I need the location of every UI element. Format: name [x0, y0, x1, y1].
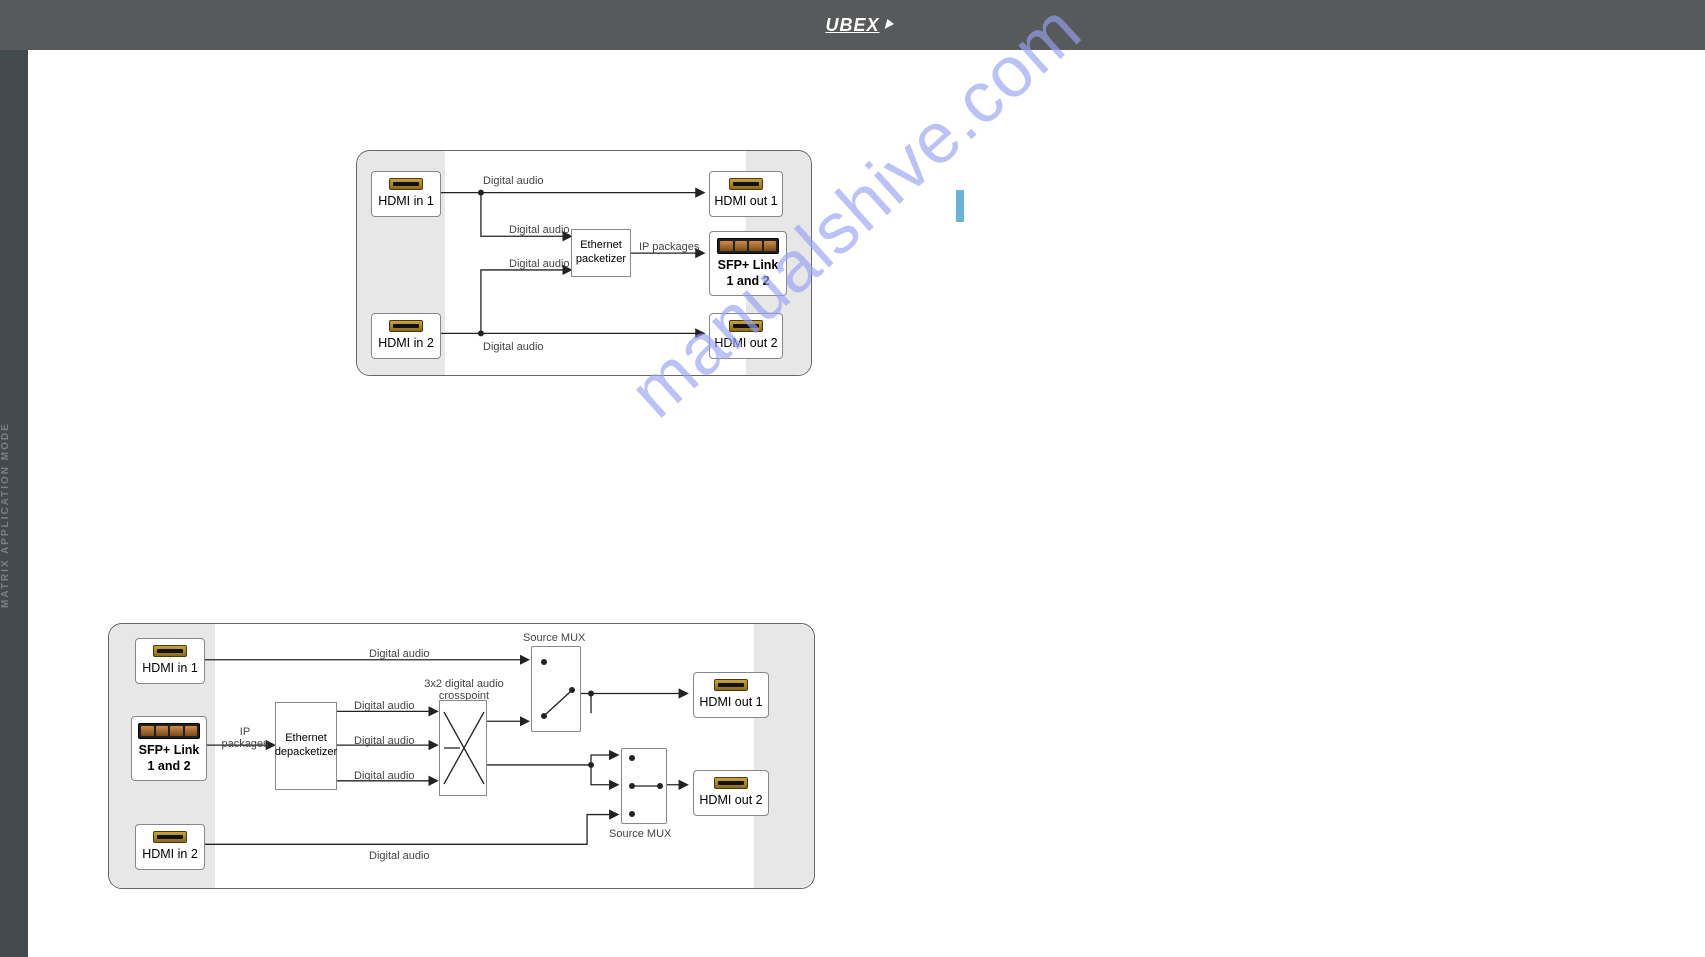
port-label: HDMI in 2	[142, 847, 198, 863]
rx-diagram: Digital audio Digital audio Digital audi…	[108, 623, 815, 889]
rx-hdmi-out-2: HDMI out 2	[693, 770, 769, 816]
rx-hdmi-in-1: HDMI in 1	[135, 638, 205, 684]
lbl-3x2-crosspoint: 3x2 digital audio crosspoint	[409, 678, 519, 702]
mux-icon	[532, 646, 580, 732]
side-tab-label: MATRIX APPLICATION MODE	[0, 280, 28, 760]
rx-hdmi-in-2: HDMI in 2	[135, 824, 205, 870]
sfp-port-icon	[138, 723, 200, 739]
hdmi-port-icon	[153, 831, 187, 843]
lbl-digital-audio: Digital audio	[354, 770, 415, 782]
hdmi-port-icon	[714, 777, 748, 789]
port-label: HDMI out 2	[699, 793, 762, 809]
ethernet-depacketizer: Ethernet depacketizer	[275, 702, 337, 790]
rx-output-column-bg	[754, 624, 814, 888]
lbl-digital-audio: Digital audio	[509, 224, 570, 236]
port-label: SFP+ Link	[139, 743, 200, 759]
lbl-digital-audio: Digital audio	[483, 341, 544, 353]
port-label: HDMI out 1	[714, 194, 777, 210]
hdmi-port-icon	[729, 320, 763, 332]
lbl-digital-audio: Digital audio	[509, 258, 570, 270]
tx-hdmi-in-2: HDMI in 2	[371, 313, 441, 359]
document-page: MATRIX APPLICATION MODE	[28, 50, 1705, 957]
tx-hdmi-out-1: HDMI out 1	[709, 171, 783, 217]
tx-sfp-out: SFP+ Link 1 and 2	[709, 231, 787, 296]
lbl-ip-packages: IP packages	[639, 241, 699, 253]
ethernet-packetizer: Ethernet packetizer	[571, 229, 631, 277]
brand-logo: UBEX	[825, 15, 879, 36]
lbl-digital-audio: Digital audio	[483, 175, 544, 187]
hdmi-port-icon	[153, 645, 187, 657]
port-label: HDMI in 1	[142, 661, 198, 677]
port-label: HDMI out 2	[714, 336, 777, 352]
lbl-digital-audio: Digital audio	[369, 850, 430, 862]
crosspoint-3x2	[439, 700, 487, 796]
port-label: HDMI in 1	[378, 194, 434, 210]
lbl-digital-audio: Digital audio	[369, 648, 430, 660]
hdmi-port-icon	[729, 178, 763, 190]
crosspoint-icon	[440, 700, 486, 796]
text-cursor-indicator	[956, 190, 964, 222]
hdmi-port-icon	[389, 320, 423, 332]
port-label: HDMI out 1	[699, 695, 762, 711]
lbl-source-mux: Source MUX	[609, 828, 671, 840]
port-label: 1 and 2	[147, 759, 190, 775]
tx-hdmi-out-2: HDMI out 2	[709, 313, 783, 359]
port-label: HDMI in 2	[378, 336, 434, 352]
lbl-source-mux: Source MUX	[523, 632, 585, 644]
lbl-digital-audio: Digital audio	[354, 700, 415, 712]
lbl-digital-audio: Digital audio	[354, 735, 415, 747]
block-label: Ethernet packetizer	[572, 239, 630, 267]
port-label: SFP+ Link	[718, 258, 779, 274]
hdmi-port-icon	[389, 178, 423, 190]
mux-icon	[622, 748, 666, 824]
source-mux-1	[531, 646, 581, 732]
sfp-port-icon	[717, 238, 779, 254]
hdmi-port-icon	[714, 679, 748, 691]
tx-hdmi-in-1: HDMI in 1	[371, 171, 441, 217]
rx-sfp-in: SFP+ Link 1 and 2	[131, 716, 207, 781]
source-mux-2	[621, 748, 667, 824]
top-bar: UBEX	[0, 0, 1705, 50]
block-label: Ethernet depacketizer	[275, 732, 337, 760]
lbl-ip-packages: IP packages	[221, 726, 269, 750]
rx-hdmi-out-1: HDMI out 1	[693, 672, 769, 718]
tx-diagram: Digital audio Digital audio Digital audi…	[356, 150, 812, 376]
port-label: 1 and 2	[726, 274, 769, 290]
